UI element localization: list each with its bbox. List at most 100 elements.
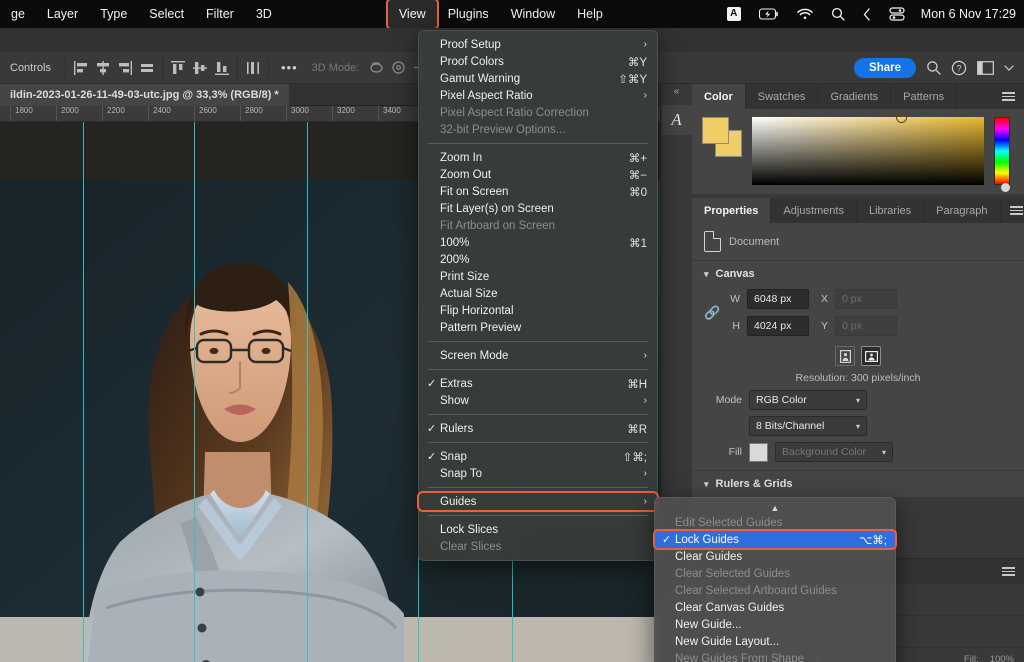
tab-libraries[interactable]: Libraries (857, 198, 924, 223)
search-icon[interactable] (823, 7, 853, 21)
tab-gradients[interactable]: Gradients (818, 84, 891, 109)
menu-item-100[interactable]: 100%⌘1 (419, 234, 657, 251)
tab-properties[interactable]: Properties (692, 198, 771, 223)
chevron-down-icon[interactable] (1004, 64, 1014, 72)
guide-line[interactable] (83, 122, 84, 662)
menu-item-snap-to[interactable]: Snap To› (419, 465, 657, 482)
menu-item-pattern-preview[interactable]: Pattern Preview (419, 319, 657, 336)
align-top-edges-button[interactable] (167, 58, 189, 78)
tab-swatches[interactable]: Swatches (746, 84, 819, 109)
properties-panel-menu-icon[interactable] (1001, 198, 1024, 223)
y-input[interactable]: 0 px (835, 316, 897, 336)
menu-item-actual-size[interactable]: Actual Size (419, 285, 657, 302)
menu-item-snap[interactable]: ✓Snap⇧⌘; (419, 448, 657, 465)
menubar-item-3d[interactable]: 3D (245, 0, 283, 28)
submenu-item-new-guide[interactable]: New Guide... (655, 616, 895, 633)
menubar-item-type[interactable]: Type (89, 0, 138, 28)
submenu-item-new-guide-layout[interactable]: New Guide Layout... (655, 633, 895, 650)
landscape-orientation-button[interactable] (861, 346, 881, 366)
distribute-vertically-button[interactable] (242, 58, 264, 78)
help-icon[interactable]: ? (951, 60, 967, 76)
foreground-background-swatches[interactable] (702, 117, 742, 157)
x-input[interactable]: 0 px (835, 289, 897, 309)
align-right-edges-button[interactable] (114, 58, 136, 78)
menu-item-zoom-out[interactable]: Zoom Out⌘− (419, 166, 657, 183)
menu-item-guides[interactable]: Guides› (419, 493, 657, 510)
menubar-item-filter[interactable]: Filter (195, 0, 245, 28)
menu-item-rulers[interactable]: ✓Rulers⌘R (419, 420, 657, 437)
color-mode-select[interactable]: RGB Color ▾ (749, 390, 867, 410)
fill-type-select[interactable]: Background Color ▾ (775, 442, 893, 462)
section-header-canvas[interactable]: ▾ Canvas (692, 260, 1024, 287)
layers-panel-menu-icon[interactable] (993, 559, 1024, 584)
menu-item-flip-horizontal[interactable]: Flip Horizontal (419, 302, 657, 319)
search-icon[interactable] (926, 60, 941, 75)
menubar-item-window[interactable]: Window (500, 0, 566, 28)
submenu-scroll-up-arrow[interactable]: ▲ (655, 503, 895, 514)
menu-item-proof-setup[interactable]: Proof Setup› (419, 36, 657, 53)
section-header-rulers-grids[interactable]: ▾ Rulers & Grids (692, 470, 1024, 497)
menubar-clock[interactable]: Mon 6 Nov 17:29 (915, 7, 1016, 21)
menubar-item-plugins[interactable]: Plugins (437, 0, 500, 28)
rotate-3d-icon[interactable] (365, 58, 387, 78)
menubar-item-view[interactable]: View (388, 0, 437, 28)
input-source-A-icon[interactable]: A (719, 7, 749, 21)
menu-item-lock-slices[interactable]: Lock Slices (419, 521, 657, 538)
bit-depth-select[interactable]: 8 Bits/Channel ▾ (749, 416, 867, 436)
tab-adjustments[interactable]: Adjustments (771, 198, 857, 223)
submenu-item-clear-guides[interactable]: Clear Guides (655, 548, 895, 565)
menu-item-200[interactable]: 200% (419, 251, 657, 268)
hue-slider[interactable] (994, 117, 1010, 185)
menubar-item-help[interactable]: Help (566, 0, 614, 28)
battery-charging-icon[interactable] (751, 8, 787, 20)
submenu-item-lock-guides[interactable]: ✓Lock Guides⌥⌘; (655, 531, 895, 548)
menu-item-extras[interactable]: ✓Extras⌘H (419, 375, 657, 392)
foreground-color-swatch[interactable] (702, 117, 729, 144)
menu-item-print-size[interactable]: Print Size (419, 268, 657, 285)
menu-item-screen-mode[interactable]: Screen Mode› (419, 347, 657, 364)
hue-slider-thumb[interactable] (1001, 183, 1010, 192)
distribute-horizontally-button[interactable] (136, 58, 158, 78)
menubar-item-layer[interactable]: Layer (36, 0, 89, 28)
roll-3d-icon[interactable] (387, 58, 409, 78)
align-bottom-edges-button[interactable] (211, 58, 233, 78)
color-panel-menu-icon[interactable] (993, 84, 1024, 109)
share-button[interactable]: Share (854, 58, 916, 78)
tab-paragraph[interactable]: Paragraph (924, 198, 1000, 223)
menu-item-zoom-in[interactable]: Zoom In⌘+ (419, 149, 657, 166)
portrait-orientation-button[interactable] (835, 346, 855, 366)
menubar-item-image[interactable]: ge (0, 0, 36, 28)
submenu-item-clear-canvas-guides[interactable]: Clear Canvas Guides (655, 599, 895, 616)
align-left-edges-button[interactable] (70, 58, 92, 78)
workspace-icon[interactable] (977, 61, 994, 75)
tab-patterns[interactable]: Patterns (891, 84, 957, 109)
fill-value[interactable]: 100% (990, 654, 1014, 662)
menu-item-pixel-aspect-ratio[interactable]: Pixel Aspect Ratio› (419, 87, 657, 104)
tab-color[interactable]: Color (692, 84, 746, 109)
collapse-panels-button[interactable]: « (661, 84, 692, 97)
color-field[interactable] (752, 117, 984, 185)
align-horizontal-centers-button[interactable] (92, 58, 114, 78)
control-center-icon[interactable] (881, 7, 913, 21)
character-panel-icon[interactable]: A (662, 105, 692, 135)
menu-item-show[interactable]: Show› (419, 392, 657, 409)
more-options-button[interactable]: ••• (273, 60, 306, 75)
document-tab[interactable]: ildin-2023-01-26-11-49-03-utc.jpg @ 33,3… (0, 84, 289, 106)
menu-item-gamut-warning[interactable]: Gamut Warning⇧⌘Y (419, 70, 657, 87)
link-dimensions-icon[interactable]: 🔗 (704, 305, 720, 321)
width-input[interactable]: 6048 px (747, 289, 809, 309)
submenu-item-label: Clear Canvas Guides (675, 602, 887, 614)
guide-line[interactable] (194, 122, 195, 662)
color-picker-ring[interactable] (896, 112, 907, 123)
menubar-item-select[interactable]: Select (138, 0, 195, 28)
menu-item-proof-colors[interactable]: Proof Colors⌘Y (419, 53, 657, 70)
menu-item-shortcut: ⌘+ (629, 151, 647, 165)
fill-color-swatch[interactable] (749, 443, 768, 462)
menu-item-fit-layer-s-on-screen[interactable]: Fit Layer(s) on Screen (419, 200, 657, 217)
wifi-icon[interactable] (789, 8, 821, 20)
chevron-left-icon[interactable] (855, 8, 879, 21)
height-input[interactable]: 4024 px (747, 316, 809, 336)
guide-line[interactable] (307, 122, 308, 662)
align-vertical-centers-button[interactable] (189, 58, 211, 78)
menu-item-fit-on-screen[interactable]: Fit on Screen⌘0 (419, 183, 657, 200)
